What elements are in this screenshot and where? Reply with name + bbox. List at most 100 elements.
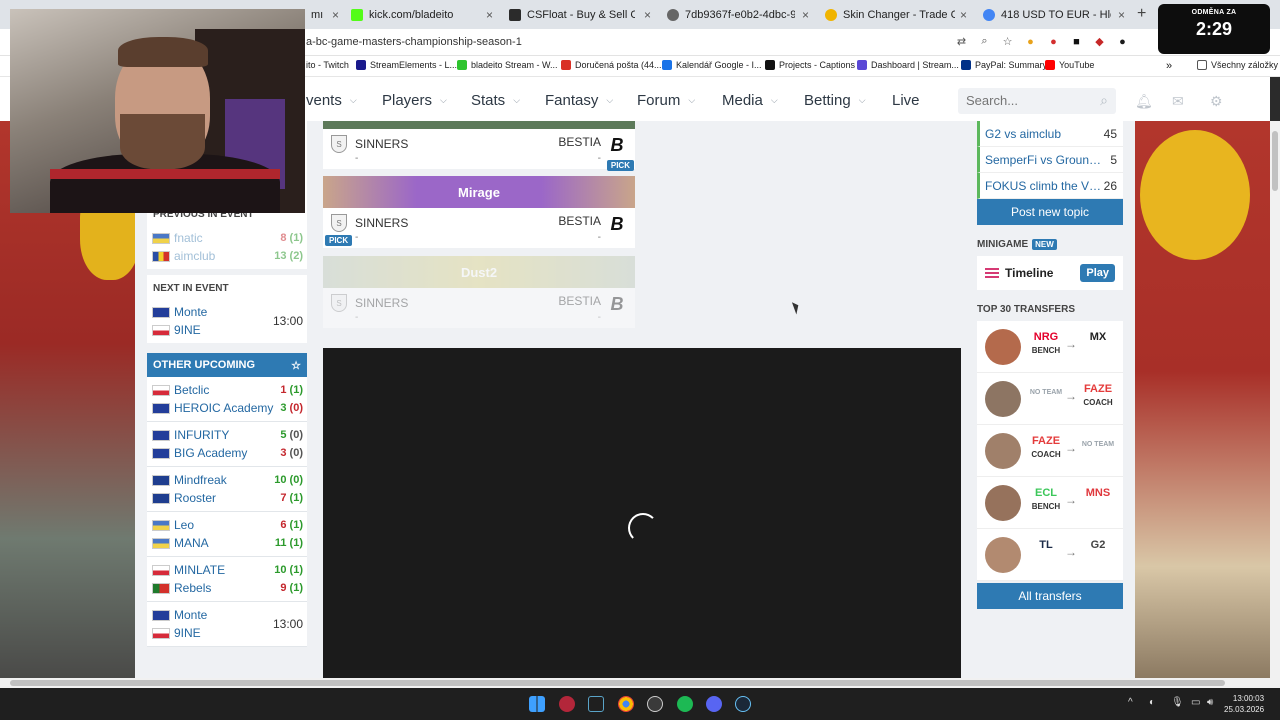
- team-name[interactable]: Rebels: [152, 579, 211, 597]
- close-icon[interactable]: ×: [644, 8, 651, 22]
- bookmark-gmail[interactable]: Doručená pošta (44...: [561, 60, 662, 70]
- extension-icon[interactable]: ●: [1046, 34, 1061, 49]
- chrome-icon[interactable]: [618, 696, 634, 712]
- close-icon[interactable]: ×: [960, 8, 967, 22]
- extension-icon[interactable]: ●: [1023, 34, 1038, 49]
- bookmark-streamelements[interactable]: StreamElements - L...: [356, 60, 457, 70]
- transfer-row[interactable]: NO TEAM → FAZE COACH: [977, 373, 1123, 425]
- browser-tab-skinchanger[interactable]: Skin Changer - Trade CS2 (CS:G ×: [819, 4, 971, 26]
- team-name[interactable]: 9INE: [152, 624, 201, 642]
- team1[interactable]: S SINNERS: [331, 294, 408, 312]
- transfer-row[interactable]: NRG BENCH → MX: [977, 321, 1123, 373]
- team-name[interactable]: fnatic: [152, 229, 203, 247]
- upcoming-match[interactable]: INFURITY 5 (0) BIG Academy 3 (0): [147, 422, 307, 467]
- bookmark-twitch[interactable]: ito - Twitch: [306, 60, 349, 70]
- scroll-thumb[interactable]: [1272, 131, 1278, 191]
- bookmark-calendar[interactable]: Kalendář Google - I...: [662, 60, 762, 70]
- forum-thread[interactable]: SemperFi vs Ground Z... 5: [977, 147, 1123, 173]
- team1[interactable]: S SINNERS: [331, 214, 408, 232]
- chevron-up-icon[interactable]: ^: [1128, 697, 1133, 708]
- steam-tray-icon[interactable]: ◐: [1149, 697, 1155, 708]
- minigame-timeline[interactable]: Timeline Play: [977, 256, 1123, 290]
- stream-video-player[interactable]: [323, 348, 961, 678]
- team-name[interactable]: Mindfreak: [152, 471, 227, 489]
- team-name[interactable]: INFURITY: [152, 426, 229, 444]
- microphone-icon[interactable]: 🎙︎: [1171, 697, 1184, 708]
- next-match[interactable]: Monte 9INE 13:00: [147, 299, 307, 343]
- upcoming-match[interactable]: Mindfreak 10 (0) Rooster 7 (1): [147, 467, 307, 512]
- post-new-topic-button[interactable]: Post new topic: [977, 199, 1123, 225]
- transfer-row[interactable]: ECL BENCH → MNS: [977, 477, 1123, 529]
- spotify-icon[interactable]: [677, 696, 693, 712]
- bookmark-youtube[interactable]: YouTube: [1045, 60, 1094, 70]
- more-bookmarks-button[interactable]: »: [1166, 60, 1172, 72]
- team2[interactable]: BESTIA: [558, 214, 601, 228]
- extension-icon[interactable]: ■: [1069, 34, 1084, 49]
- nav-betting[interactable]: Betting ⌵: [804, 92, 866, 109]
- close-icon[interactable]: ×: [486, 8, 493, 22]
- url-text[interactable]: a-bc-game-masters-championship-season-1: [306, 36, 522, 48]
- browser-tab-partial[interactable]: mı ×: [305, 4, 343, 26]
- forum-thread[interactable]: G2 vs aimclub 45: [977, 121, 1123, 147]
- play-button[interactable]: Play: [1080, 264, 1115, 282]
- bookmark-paypal[interactable]: PayPal: Summary: [961, 60, 1047, 70]
- nav-live[interactable]: Live: [892, 92, 920, 109]
- bookmark-captions[interactable]: Projects - Captions: [765, 60, 855, 70]
- extension-icon[interactable]: ◆: [1092, 34, 1107, 49]
- team-name[interactable]: BIG Academy: [152, 444, 247, 462]
- team2[interactable]: BESTIA: [558, 294, 601, 308]
- team-name[interactable]: aimclub: [152, 247, 215, 265]
- all-transfers-button[interactable]: All transfers: [977, 583, 1123, 609]
- translate-icon[interactable]: ⇄: [954, 34, 969, 49]
- team-name[interactable]: HEROIC Academy: [152, 399, 273, 417]
- star-icon[interactable]: ☆: [291, 359, 301, 372]
- team-name[interactable]: MINLATE: [152, 561, 225, 579]
- previous-match[interactable]: fnatic 8 (1) aimclub 13 (2): [147, 225, 307, 269]
- bookmark-bladeito-stream[interactable]: bladeito Stream - W...: [457, 60, 558, 70]
- team-name[interactable]: Rooster: [152, 489, 216, 507]
- team1[interactable]: S SINNERS: [331, 135, 408, 153]
- upcoming-match[interactable]: Monte 9INE 13:00: [147, 602, 307, 647]
- all-bookmarks-button[interactable]: Všechny záložky: [1197, 60, 1278, 70]
- search-input[interactable]: [966, 93, 1086, 108]
- obs-icon[interactable]: [647, 696, 663, 712]
- windows-start-icon[interactable]: [529, 696, 545, 712]
- nav-events[interactable]: vents ⌵: [306, 92, 357, 109]
- nav-stats[interactable]: Stats ⌵: [471, 92, 520, 109]
- nav-players[interactable]: Players ⌵: [382, 92, 447, 109]
- steam-icon[interactable]: [735, 696, 751, 712]
- gear-icon[interactable]: ⚙: [1210, 93, 1223, 110]
- capture-app-icon[interactable]: [588, 696, 604, 712]
- nav-fantasy[interactable]: Fantasy ⌵: [545, 92, 613, 109]
- team-name[interactable]: Leo: [152, 516, 194, 534]
- network-icon[interactable]: ▭: [1191, 697, 1200, 708]
- upcoming-match[interactable]: Leo 6 (1) MANA 11 (1): [147, 512, 307, 557]
- close-icon[interactable]: ×: [332, 8, 339, 22]
- team-name[interactable]: 9INE: [152, 321, 201, 339]
- pin-app-icon[interactable]: [559, 696, 575, 712]
- browser-tab-csfloat[interactable]: CSFloat - Buy & Sell CS2 Skins ×: [503, 4, 655, 26]
- browser-tab-google[interactable]: 418 USD TO EUR - Hledat Goo ×: [977, 4, 1129, 26]
- nav-forum[interactable]: Forum ⌵: [637, 92, 695, 109]
- forum-thread[interactable]: FOKUS climb the VRS... 26: [977, 173, 1123, 199]
- nav-media[interactable]: Media ⌵: [722, 92, 778, 109]
- team-name[interactable]: Monte: [152, 606, 207, 624]
- transfer-row[interactable]: FAZE COACH → NO TEAM: [977, 425, 1123, 477]
- new-tab-button[interactable]: +: [1137, 5, 1146, 23]
- upcoming-match[interactable]: MINLATE 10 (1) Rebels 9 (1): [147, 557, 307, 602]
- mail-icon[interactable]: ✉: [1172, 93, 1184, 110]
- close-icon[interactable]: ×: [1118, 8, 1125, 22]
- extension-icon[interactable]: ●: [1115, 34, 1130, 49]
- horizontal-scrollbar[interactable]: [0, 678, 1280, 688]
- transfer-row[interactable]: TL → G2: [977, 529, 1123, 581]
- bookmark-star-icon[interactable]: ☆: [1000, 34, 1015, 49]
- system-clock[interactable]: 13:00:03 25.03.2026: [1224, 693, 1264, 715]
- zoom-icon[interactable]: ⌕: [977, 34, 992, 49]
- team-name[interactable]: MANA: [152, 534, 209, 552]
- browser-tab-uuid[interactable]: 7db9367f-e0b2-4dbc-9e6d-df0 ×: [661, 4, 813, 26]
- team-name[interactable]: Monte: [152, 303, 207, 321]
- team2[interactable]: BESTIA: [558, 135, 601, 149]
- bell-icon[interactable]: 🔔︎: [1135, 93, 1153, 110]
- close-icon[interactable]: ×: [802, 8, 809, 22]
- volume-icon[interactable]: 🔊︎: [1207, 697, 1213, 708]
